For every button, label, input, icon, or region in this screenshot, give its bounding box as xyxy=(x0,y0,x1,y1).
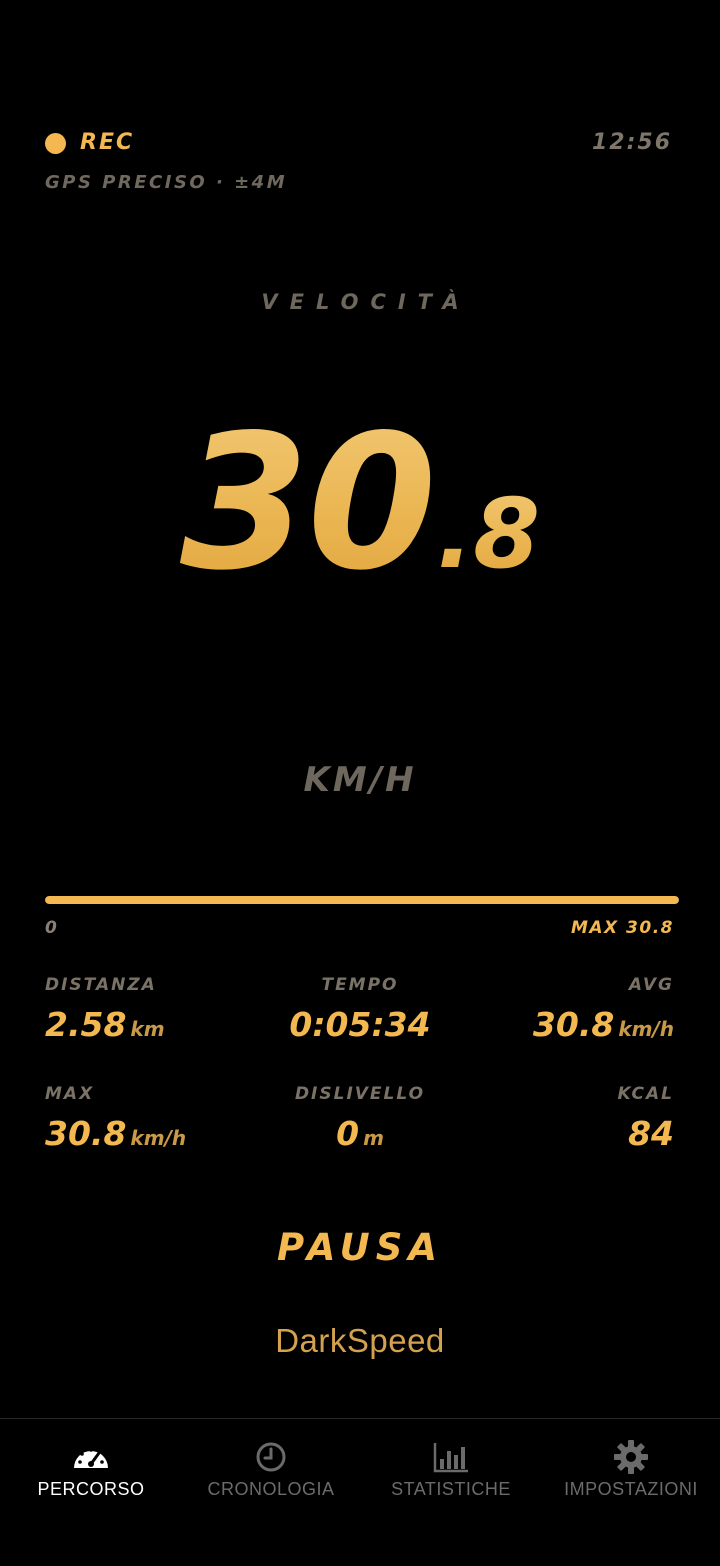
nav-label-cronologia: CRONOLOGIA xyxy=(207,1479,335,1499)
bottom-nav: PERCORSO CRONOLOGIA STATISTICHE IMPOSTAZ… xyxy=(0,1418,720,1566)
avg-speed-value: 30.8 xyxy=(532,1005,615,1044)
speed-label: VELOCITÀ xyxy=(261,290,471,314)
time-label: TEMPO xyxy=(321,975,399,995)
nav-label-impostazioni: IMPOSTAZIONI xyxy=(564,1479,698,1499)
app-brand: DarkSpeed xyxy=(275,1322,445,1359)
max-speed-label: MAX xyxy=(45,1084,95,1104)
elevation-label: DISLIVELLO xyxy=(294,1084,426,1104)
speed-integer: 30 xyxy=(179,394,437,611)
clock-time: 12:56 xyxy=(591,130,672,155)
speedometer-icon xyxy=(74,1448,108,1468)
distance-unit: km xyxy=(130,1017,165,1041)
speed-unit: KM/H xyxy=(303,760,417,800)
recording-label: REC xyxy=(80,130,135,155)
speed-progress-fill xyxy=(45,896,679,904)
recording-indicator-dot xyxy=(45,133,66,154)
avg-speed-label: AVG xyxy=(628,975,674,995)
avg-speed-unit: km/h xyxy=(618,1017,674,1041)
nav-label-statistiche: STATISTICHE xyxy=(391,1479,511,1499)
distance-value: 2.58 xyxy=(45,1005,127,1044)
max-speed-unit: km/h xyxy=(130,1126,187,1150)
avg-speed-value-group: 30.8 km/h xyxy=(533,1005,674,1044)
distance-value-group: 2.58 km xyxy=(45,1005,165,1044)
speed-progress-track xyxy=(45,896,679,904)
elevation-value: 0 xyxy=(336,1114,360,1153)
nav-item-cronologia[interactable]: CRONOLOGIA xyxy=(181,1419,361,1539)
speed-decimal: .8 xyxy=(436,478,541,590)
max-speed-value-group: 30.8 km/h xyxy=(45,1114,186,1153)
nav-label-percorso: PERCORSO xyxy=(37,1479,145,1499)
kcal-value: 84 xyxy=(628,1114,674,1153)
kcal-label: KCAL xyxy=(617,1084,674,1104)
nav-item-percorso[interactable]: PERCORSO xyxy=(1,1419,181,1539)
clock-icon xyxy=(256,1442,286,1472)
time-value: 0:05:34 xyxy=(289,1005,431,1044)
elevation-value-group: 0m xyxy=(210,1114,510,1153)
gear-icon xyxy=(614,1440,648,1474)
nav-item-statistiche[interactable]: STATISTICHE xyxy=(361,1419,541,1539)
gps-status: GPS PRECISO · ±4M xyxy=(45,172,288,193)
elevation-unit: m xyxy=(363,1126,384,1150)
bar-chart-icon xyxy=(433,1443,468,1473)
speed-readout: 30.8 xyxy=(0,410,720,596)
speed-scale-max: MAX 30.8 xyxy=(570,918,674,938)
nav-item-impostazioni[interactable]: IMPOSTAZIONI xyxy=(541,1419,720,1539)
speed-scale-min: 0 xyxy=(45,918,57,938)
pause-button[interactable]: PAUSA xyxy=(0,1226,720,1269)
max-speed-value: 30.8 xyxy=(45,1114,127,1153)
distance-label: DISTANZA xyxy=(45,975,157,995)
